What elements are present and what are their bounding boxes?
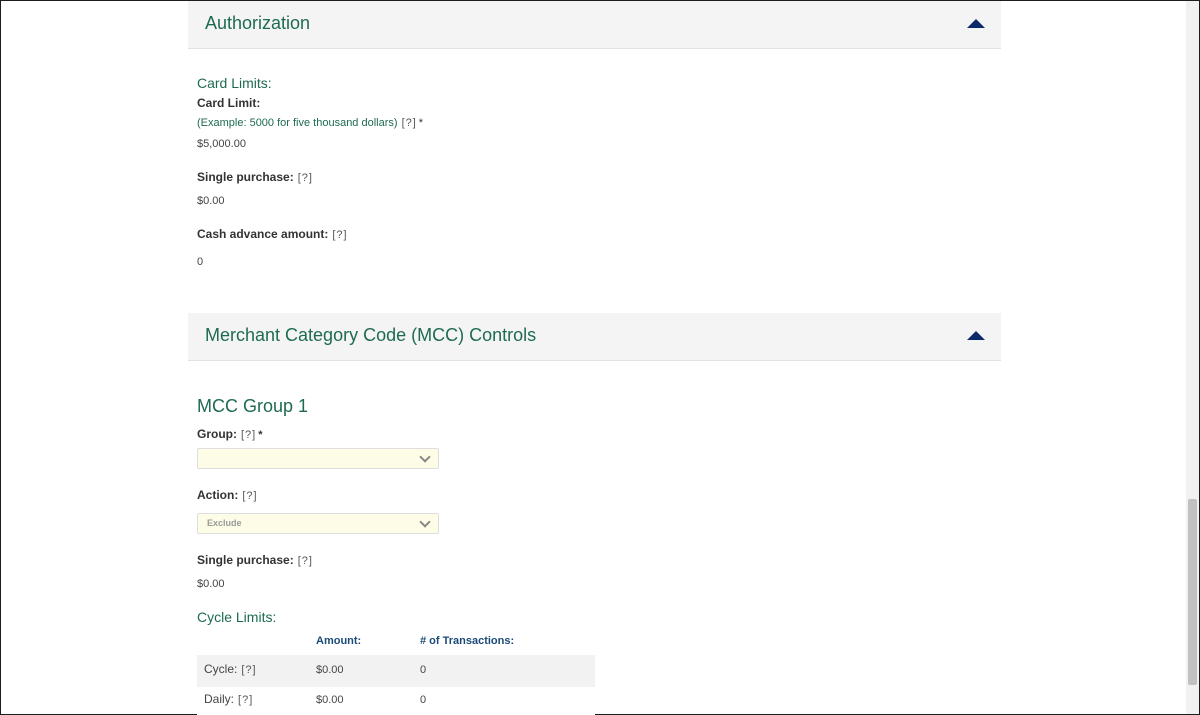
collapse-up-icon[interactable]	[967, 19, 985, 28]
required-marker: *	[258, 429, 263, 441]
transactions-column-header: # of Transactions:	[420, 635, 515, 647]
group-label: Group: [?] *	[197, 427, 263, 441]
group-select[interactable]	[197, 448, 439, 469]
action-select[interactable]: Exclude	[197, 513, 439, 534]
cycle-help-link[interactable]: [?]	[241, 664, 256, 676]
mcc-single-purchase-value: $0.00	[197, 578, 225, 590]
action-help-link[interactable]: [?]	[242, 490, 257, 502]
single-purchase-help-link[interactable]: [?]	[298, 172, 313, 184]
group-help-link[interactable]: [?]	[241, 429, 256, 441]
daily-help-link[interactable]: [?]	[238, 694, 253, 706]
mcc-single-purchase-help-link[interactable]: [?]	[298, 555, 313, 567]
mcc-single-purchase-label: Single purchase: [?]	[197, 553, 313, 567]
mcc-single-purchase-label-text: Single purchase:	[197, 553, 294, 567]
mcc-section-header[interactable]: Merchant Category Code (MCC) Controls	[188, 313, 1001, 361]
required-marker: *	[418, 117, 424, 129]
mcc-title: Merchant Category Code (MCC) Controls	[205, 325, 537, 345]
single-purchase-label: Single purchase: [?]	[197, 170, 313, 184]
chevron-down-icon	[419, 516, 431, 528]
chevron-down-icon	[419, 451, 431, 463]
row-amount: $0.00	[316, 664, 344, 676]
row-transactions: 0	[420, 694, 427, 706]
amount-column-header: Amount:	[316, 635, 362, 647]
row-amount: $0.00	[316, 694, 344, 706]
action-label-text: Action:	[197, 488, 239, 502]
row-label: Cycle: [?]	[204, 662, 257, 676]
cycle-limits-heading: Cycle Limits:	[197, 609, 277, 625]
row-label: Daily: [?]	[204, 692, 253, 706]
row-label-text: Cycle:	[204, 662, 238, 676]
card-limit-help-link[interactable]: [?]	[402, 117, 417, 129]
single-purchase-label-text: Single purchase:	[197, 170, 294, 184]
card-limit-label: Card Limit:	[197, 96, 260, 110]
card-limit-label-text: Card Limit:	[197, 96, 261, 110]
card-limit-hint-row: (Example: 5000 for five thousand dollars…	[197, 113, 423, 131]
group-label-text: Group:	[197, 427, 237, 441]
authorization-section-header[interactable]: Authorization	[188, 1, 1001, 49]
single-purchase-value: $0.00	[197, 195, 225, 207]
cash-advance-help-link[interactable]: [?]	[332, 229, 347, 241]
row-label-text: Daily:	[204, 692, 235, 706]
cash-advance-value: 0	[197, 256, 204, 268]
action-select-value: Exclude	[207, 518, 242, 528]
authorization-title: Authorization	[205, 13, 311, 33]
cash-advance-label-text: Cash advance amount:	[197, 227, 329, 241]
card-limit-value: $5,000.00	[197, 138, 246, 150]
vertical-scrollbar[interactable]	[1186, 1, 1199, 714]
card-limit-hint: (Example: 5000 for five thousand dollars…	[197, 117, 398, 129]
action-label: Action: [?]	[197, 488, 258, 502]
collapse-up-icon[interactable]	[967, 331, 985, 340]
table-row: Daily: [?] $0.00 0	[197, 687, 595, 715]
scrollbar-thumb[interactable]	[1188, 499, 1197, 685]
cash-advance-label: Cash advance amount: [?]	[197, 227, 348, 241]
card-limits-heading: Card Limits:	[197, 75, 272, 91]
row-transactions: 0	[420, 664, 427, 676]
table-row: Cycle: [?] $0.00 0	[197, 655, 595, 687]
mcc-group-heading: MCC Group 1	[197, 396, 309, 416]
